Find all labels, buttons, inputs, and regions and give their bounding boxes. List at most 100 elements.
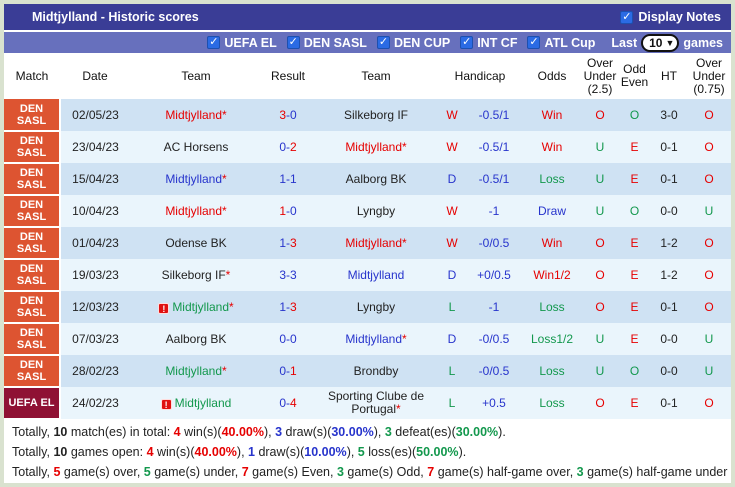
- totals-summary: Totally, 10 match(es) in total: 4 win(s)…: [4, 420, 731, 483]
- home-score: 3: [279, 107, 286, 122]
- date-cell: 02/05/23: [60, 99, 130, 131]
- ht-cell: 0-0: [651, 355, 688, 387]
- odds-cell: Win1/2: [522, 259, 583, 291]
- over-under-25-cell: U: [582, 163, 619, 195]
- filter-item-den-cup: ✓ DEN CUP: [376, 35, 451, 50]
- over-under-075-cell: U: [687, 195, 731, 227]
- ht-cell: 3-0: [651, 99, 688, 131]
- wdl-cell: W: [438, 99, 466, 131]
- odd-even-cell: E: [618, 163, 652, 195]
- odds-cell: Draw: [522, 195, 583, 227]
- summary-segment: 3: [384, 424, 392, 439]
- col-away-team: Team: [314, 53, 438, 99]
- home-team-star: *: [222, 363, 227, 378]
- col-ht: HT: [651, 53, 688, 99]
- ht-cell: 0-0: [651, 323, 688, 355]
- wdl-cell: L: [438, 387, 466, 419]
- over-under-25-cell: O: [582, 291, 619, 323]
- checkbox-int-cf[interactable]: ✓: [460, 36, 474, 49]
- summary-segment: ),: [263, 424, 276, 439]
- filter-label: ATL Cup: [544, 35, 596, 50]
- col-match: Match: [4, 53, 60, 99]
- matches-table: Match Date Team Result Team Handicap Odd…: [4, 53, 731, 420]
- league-badge: DEN SASL: [4, 99, 61, 132]
- wdl-cell: L: [438, 355, 466, 387]
- home-team-cell: Midtjylland*: [130, 163, 262, 195]
- home-team-star: *: [225, 267, 231, 282]
- summary-segment: Totally,: [12, 465, 54, 480]
- home-team-star: *: [229, 299, 234, 314]
- odds-cell: Win: [522, 99, 583, 131]
- away-team-name: Midtjylland: [345, 235, 403, 250]
- col-over-under-075: Over Under (0.75): [687, 53, 731, 99]
- away-team-star: *: [396, 402, 401, 416]
- date-cell: 15/04/23: [60, 163, 130, 195]
- table-row: DEN SASL 23/04/23 AC Horsens 0-2 Midtjylland…: [4, 131, 731, 164]
- home-team-cell: Silkeborg IF*: [130, 259, 262, 291]
- handicap-cell: -0/0.5: [466, 355, 523, 387]
- summary-segment: 40.00%: [221, 424, 264, 439]
- ht-cell: 0-1: [651, 291, 688, 323]
- home-team-name: Midtjylland: [165, 171, 223, 186]
- over-under-25-cell: U: [582, 323, 619, 355]
- checkbox-uefa-el[interactable]: ✓: [207, 36, 221, 49]
- col-over-under-25: Over Under (2.5): [582, 53, 619, 99]
- last-games-select[interactable]: 10 ▼: [641, 33, 680, 52]
- over-under-25-cell: U: [582, 195, 619, 227]
- summary-segment: win(s)(: [180, 424, 222, 439]
- away-team-name: Lyngby: [356, 203, 396, 218]
- league-badge: DEN SASL: [4, 355, 61, 388]
- filter-label: DEN CUP: [393, 35, 451, 50]
- league-badge: DEN SASL: [4, 131, 61, 164]
- table-row: DEN SASL 10/04/23 Midtjylland* 1-0 Lyngby W -1…: [4, 195, 731, 228]
- summary-segment: game(s) half-game under: [583, 465, 728, 480]
- summary-segment: 7: [241, 465, 249, 480]
- summary-segment: Totally,: [12, 444, 54, 459]
- wdl-cell: L: [438, 291, 466, 323]
- home-score: 3: [279, 267, 286, 282]
- away-score: 3: [290, 267, 297, 282]
- summary-segment: defeat(es)(: [391, 424, 456, 439]
- league-badge: DEN SASL: [4, 323, 61, 356]
- summary-segment: 4: [146, 444, 154, 459]
- summary-segment: match(es) in total:: [67, 424, 174, 439]
- over-under-25-cell: O: [582, 259, 619, 291]
- summary-segment: ),: [373, 424, 385, 439]
- checkbox-atl-cup[interactable]: ✓: [527, 36, 541, 49]
- away-score: 0: [290, 107, 297, 122]
- home-team-cell: Midtjylland*: [130, 195, 262, 227]
- table-row: DEN SASL 15/04/23 Midtjylland* 1-1 Aalborg B…: [4, 163, 731, 196]
- ht-cell: 1-2: [651, 259, 688, 291]
- result-cell: 0-2: [262, 131, 314, 163]
- home-team-star: *: [222, 203, 227, 218]
- summary-line: Totally, 5 game(s) over, 5 game(s) under…: [12, 465, 731, 480]
- display-notes-checkbox[interactable]: ✓: [620, 10, 634, 24]
- over-under-075-cell: O: [687, 227, 731, 259]
- summary-segment: 10: [53, 444, 68, 459]
- over-under-075-cell: O: [687, 163, 731, 195]
- home-score: 1: [279, 171, 286, 186]
- home-team-cell: Midtjylland*: [130, 355, 262, 387]
- league-badge: DEN SASL: [4, 195, 61, 228]
- summary-segment: 3: [275, 424, 283, 439]
- table-row: DEN SASL 12/03/23! Midtjylland* 1-3 Lyngby L -…: [4, 291, 731, 324]
- filter-label: DEN SASL: [303, 35, 367, 50]
- summary-segment: win(s)(: [153, 444, 195, 459]
- over-under-075-cell: U: [687, 355, 731, 387]
- table-row: DEN SASL 02/05/23 Midtjylland* 3-0 Silkeborg…: [4, 99, 731, 132]
- checkbox-den-sasl[interactable]: ✓: [286, 36, 300, 49]
- summary-segment: 3: [576, 465, 584, 480]
- date-cell: 10/04/23: [60, 195, 130, 227]
- home-team-name: Silkeborg IF: [161, 267, 226, 282]
- checkbox-den-cup[interactable]: ✓: [376, 36, 390, 49]
- odd-even-cell: E: [618, 387, 652, 419]
- summary-line: Totally, 10 match(es) in total: 4 win(s)…: [12, 425, 731, 440]
- odd-even-cell: E: [618, 291, 652, 323]
- games-label: games: [683, 35, 723, 50]
- away-team-cell: Lyngby: [314, 291, 438, 323]
- over-under-25-cell: U: [582, 355, 619, 387]
- league-badge: DEN SASL: [4, 259, 61, 292]
- over-under-075-cell: U: [687, 323, 731, 355]
- home-team-star: *: [222, 171, 227, 186]
- over-under-075-cell: O: [687, 131, 731, 163]
